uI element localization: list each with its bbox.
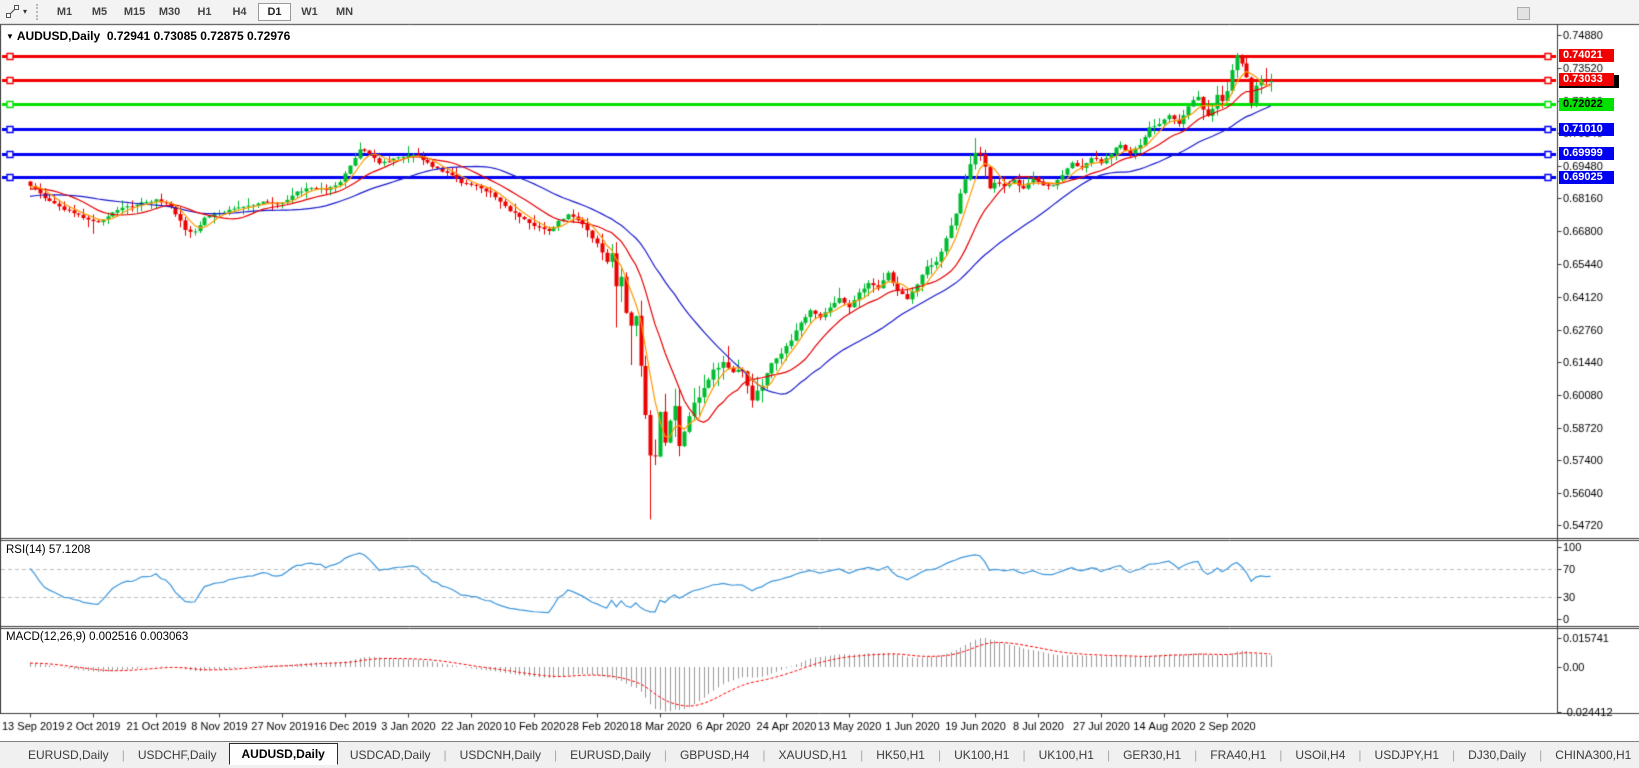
chart-title: ▼ AUDUSD,Daily 0.72941 0.73085 0.72875 0…: [6, 29, 290, 43]
collapse-triangle-icon[interactable]: ▼: [6, 32, 14, 41]
tab-separator: |: [1194, 748, 1197, 762]
chart-tab-UK100-H1[interactable]: UK100,H1: [942, 744, 1021, 766]
chart-tab-USDCHF-Daily[interactable]: USDCHF,Daily: [126, 744, 229, 766]
price-level-label: 0.73033: [1559, 73, 1614, 86]
timeframe-buttons: M1M5M15M30H1H4D1W1MN: [47, 3, 362, 21]
tab-separator: |: [1022, 748, 1025, 762]
price-level-label: 0.71010: [1559, 123, 1614, 136]
chart-symbol: AUDUSD,Daily: [17, 29, 100, 43]
chart-tab-GER30-H1[interactable]: GER30,H1: [1111, 744, 1193, 766]
chart-tab-FRA40-H1[interactable]: FRA40,H1: [1198, 744, 1278, 766]
tab-separator: |: [1358, 748, 1361, 762]
chart-canvas[interactable]: [0, 0, 1639, 768]
timeframe-button-MN[interactable]: MN: [328, 3, 361, 21]
price-level-label: 0.69999: [1559, 147, 1614, 160]
tab-separator: |: [1539, 748, 1542, 762]
timeframe-button-M15[interactable]: M15: [118, 3, 151, 21]
rsi-indicator-label: RSI(14) 57.1208: [6, 544, 90, 556]
chart-tab-USDCNH-Daily[interactable]: USDCNH,Daily: [448, 744, 553, 766]
chart-tab-EURUSD-Daily[interactable]: EURUSD,Daily: [16, 744, 121, 766]
toolbar-overflow-button[interactable]: [1517, 7, 1530, 20]
timeframe-button-D1[interactable]: D1: [258, 3, 291, 21]
chart-tab-GBPUSD-H4[interactable]: GBPUSD,H4: [668, 744, 761, 766]
chart-tab-USDCAD-Daily[interactable]: USDCAD,Daily: [338, 744, 443, 766]
price-level-label: 0.72022: [1559, 98, 1614, 111]
chart-tab-USDJPY-H1[interactable]: USDJPY,H1: [1363, 744, 1451, 766]
timeframe-button-M5[interactable]: M5: [83, 3, 116, 21]
chart-tab-bar: EURUSD,Daily|USDCHF,DailyAUDUSD,DailyUSD…: [0, 741, 1639, 768]
chart-tab-UK100-H1[interactable]: UK100,H1: [1027, 744, 1106, 766]
tab-separator: |: [122, 748, 125, 762]
macd-indicator-label: MACD(12,26,9) 0.002516 0.003063: [6, 631, 188, 643]
timeframe-button-H1[interactable]: H1: [188, 3, 221, 21]
toolbar: ▾ M1M5M15M30H1H4D1W1MN: [0, 0, 1639, 24]
chart-tab-USOil-H4[interactable]: USOil,H4: [1283, 744, 1357, 766]
price-level-label: 0.69025: [1559, 171, 1614, 184]
tab-separator: |: [1279, 748, 1282, 762]
chart-tab-XAUUSD-H1[interactable]: XAUUSD,H1: [766, 744, 859, 766]
mt4-window: ▾ M1M5M15M30H1H4D1W1MN ▼ AUDUSD,Daily 0.…: [0, 0, 1639, 768]
chart-tab-HK50-H1[interactable]: HK50,H1: [864, 744, 937, 766]
timeframe-button-M1[interactable]: M1: [48, 3, 81, 21]
timeframe-button-M30[interactable]: M30: [153, 3, 186, 21]
draw-tool-icon[interactable]: [2, 3, 22, 21]
tab-separator: |: [762, 748, 765, 762]
chart-tab-CHINA300-H1[interactable]: CHINA300,H1: [1543, 744, 1639, 766]
timeframe-button-H4[interactable]: H4: [223, 3, 256, 21]
tab-separator: |: [664, 748, 667, 762]
chart-tabs: EURUSD,Daily|USDCHF,DailyAUDUSD,DailyUSD…: [16, 744, 1639, 766]
chevron-down-icon[interactable]: ▾: [22, 7, 32, 16]
chart-tab-DJ30-Daily[interactable]: DJ30,Daily: [1456, 744, 1538, 766]
tab-separator: |: [444, 748, 447, 762]
tab-separator: |: [554, 748, 557, 762]
chart-tab-EURUSD-Daily[interactable]: EURUSD,Daily: [558, 744, 663, 766]
tab-separator: |: [860, 748, 863, 762]
toolbar-grip: [36, 4, 38, 20]
price-level-label: 0.74021: [1559, 49, 1614, 62]
chart-ohlc-values: 0.72941 0.73085 0.72875 0.72976: [107, 29, 291, 43]
tab-separator: |: [1452, 748, 1455, 762]
chart-tab-AUDUSD-Daily[interactable]: AUDUSD,Daily: [229, 743, 338, 765]
tab-separator: |: [938, 748, 941, 762]
tab-separator: |: [1107, 748, 1110, 762]
timeframe-button-W1[interactable]: W1: [293, 3, 326, 21]
